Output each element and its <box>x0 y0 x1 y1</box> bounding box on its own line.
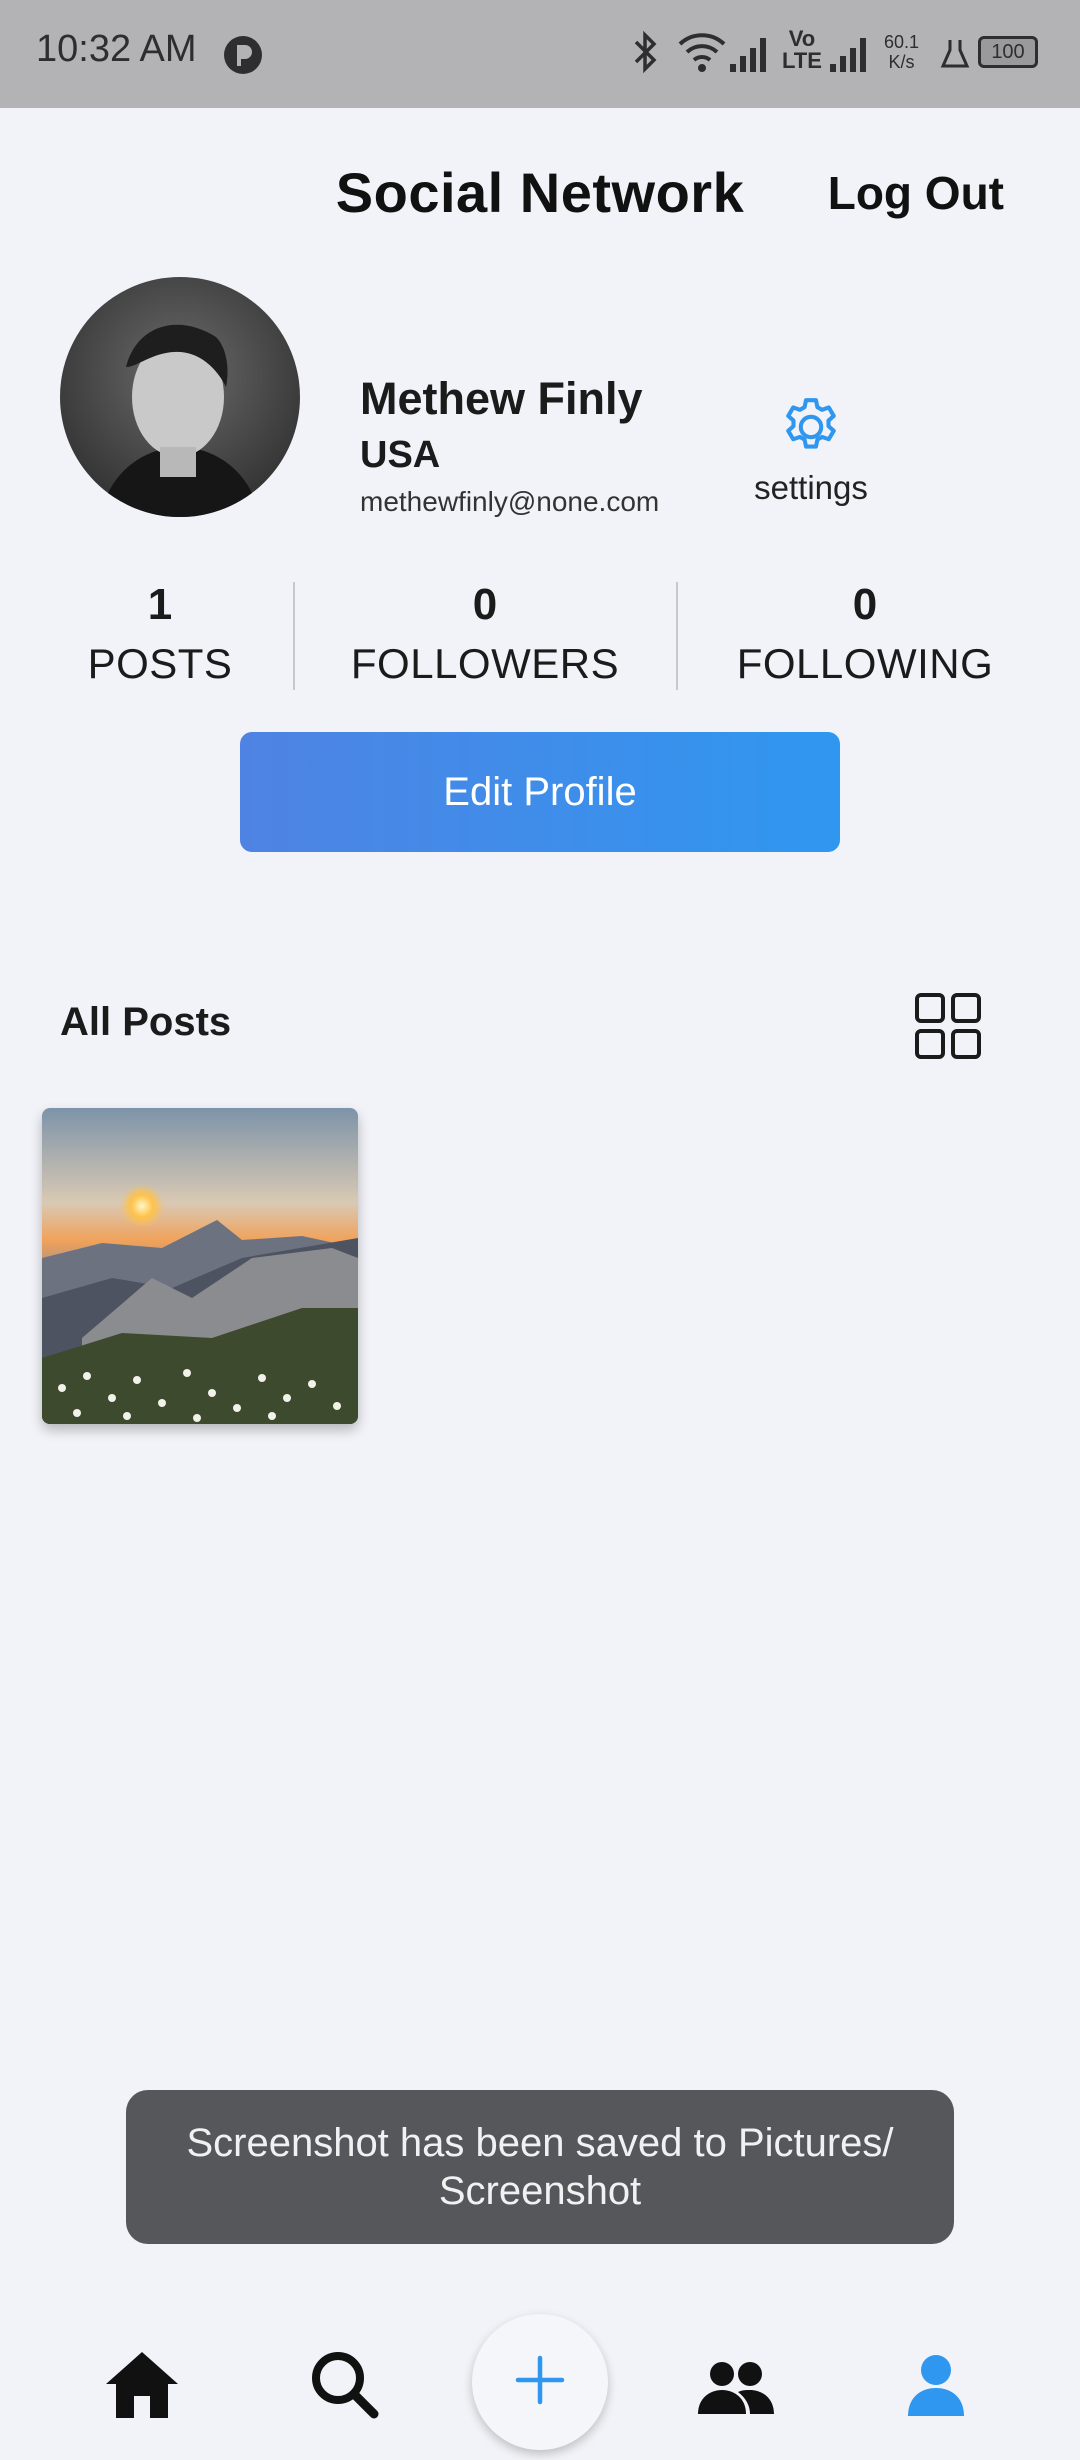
profile-email: methewfinly@none.com <box>360 486 660 517</box>
edit-profile-button[interactable]: Edit Profile <box>240 732 840 852</box>
profile-country: USA <box>360 434 441 476</box>
nav-people[interactable] <box>698 2360 774 2421</box>
home-icon <box>104 2352 180 2424</box>
post-thumbnail[interactable] <box>42 1108 358 1424</box>
lte-text: LTE <box>782 48 822 73</box>
stat-divider <box>293 582 295 690</box>
toast-text: Screenshot has been saved to Pictures/ S… <box>186 2121 894 2213</box>
signal-icon-2 <box>828 30 874 79</box>
app-notification-icon <box>222 34 264 81</box>
profile-icon <box>906 2355 966 2420</box>
bluetooth-icon <box>628 30 662 79</box>
nav-search[interactable] <box>310 2350 380 2425</box>
battery-icon: 100 <box>978 36 1038 68</box>
profile-name: Methew Finly <box>360 373 643 424</box>
stat-following-label: FOLLOWING <box>736 640 994 687</box>
network-speed-unit: K/s <box>888 52 915 72</box>
signal-icon-1 <box>728 30 774 79</box>
all-posts-heading: All Posts <box>60 1000 232 1044</box>
stat-divider <box>676 582 678 690</box>
search-icon <box>310 2352 380 2424</box>
stat-followers[interactable]: 0 FOLLOWERS <box>325 580 645 688</box>
network-speed: 60.1 K/s <box>884 32 919 72</box>
logout-button[interactable]: Log Out <box>828 166 1004 220</box>
toast-message: Screenshot has been saved to Pictures/ S… <box>126 2090 954 2244</box>
status-time: 10:32 AM <box>36 28 197 70</box>
status-bar: 10:32 AM Vo LTE 60.1 K/s 100 <box>0 0 1080 108</box>
settings-button[interactable]: settings <box>730 392 892 507</box>
stat-posts-value: 1 <box>147 580 173 629</box>
stat-followers-label: FOLLOWERS <box>350 640 620 687</box>
avatar <box>60 277 300 517</box>
people-icon <box>698 2362 774 2420</box>
stat-posts-label: POSTS <box>87 640 233 687</box>
stat-following-value: 0 <box>852 580 878 629</box>
nav-profile[interactable] <box>906 2354 966 2421</box>
add-icon <box>512 2352 568 2413</box>
stat-following[interactable]: 0 FOLLOWING <box>700 580 1030 688</box>
battery-level: 100 <box>991 41 1025 63</box>
nav-home[interactable] <box>104 2350 180 2425</box>
stat-posts[interactable]: 1 POSTS <box>40 580 280 688</box>
gear-icon <box>730 392 892 467</box>
flask-icon <box>940 30 970 79</box>
settings-label: settings <box>754 469 868 506</box>
stat-followers-value: 0 <box>472 580 498 629</box>
network-speed-value: 60.1 <box>884 32 920 52</box>
volte-indicator: Vo LTE <box>782 28 822 72</box>
wifi-icon <box>676 30 728 79</box>
add-post-button[interactable] <box>472 2314 608 2450</box>
grid-view-icon[interactable] <box>914 992 982 1065</box>
